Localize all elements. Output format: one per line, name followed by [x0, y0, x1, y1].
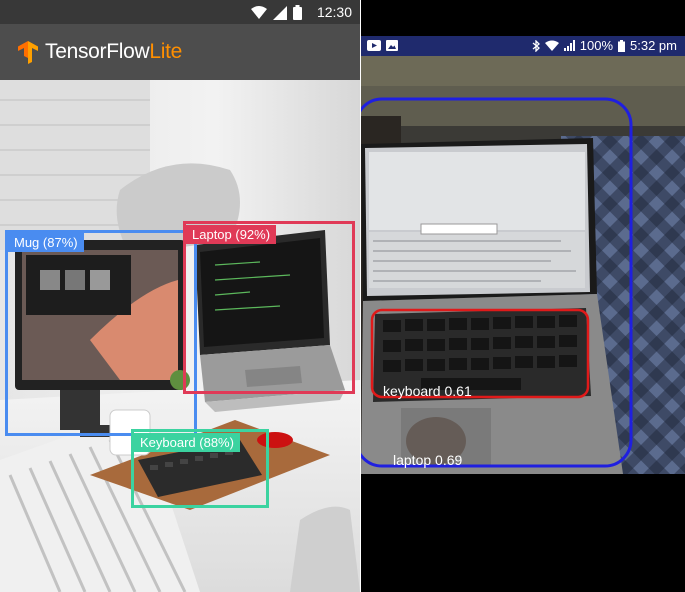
laptop-camera-image	[361, 56, 685, 474]
left-phone-screen: 12:30 TensorFlowLite Mug (87%) Laptop (9…	[0, 0, 360, 592]
detection-label-keyboard: Keyboard (88%)	[134, 433, 240, 452]
bluetooth-icon	[532, 39, 540, 52]
detection-box-laptop	[183, 221, 355, 394]
brand-accent-text: Lite	[149, 40, 183, 63]
signal-icon	[273, 5, 287, 20]
detection-label-laptop: laptop 0.69	[393, 452, 463, 468]
brand-text: TensorFlow	[45, 40, 150, 63]
status-bar: 100% 5:32 pm	[361, 36, 685, 56]
right-phone-screen: 100% 5:32 pm laptop 0.69 keyboard 0.61	[361, 0, 685, 592]
detection-label-laptop: Laptop (92%)	[186, 225, 277, 244]
status-bar: 12:30	[0, 0, 360, 24]
detection-label-keyboard: keyboard 0.61	[383, 383, 472, 399]
youtube-icon	[367, 40, 381, 51]
battery-icon	[618, 39, 626, 52]
wifi-icon	[251, 5, 267, 19]
tensorflow-logo-icon	[18, 41, 38, 64]
status-time: 12:30	[316, 4, 352, 20]
tensorflow-lite-logo: TensorFlowLite	[16, 40, 182, 64]
detection-label-mug: Mug (87%)	[8, 233, 84, 252]
camera-preview	[361, 56, 685, 474]
signal-icon	[563, 40, 575, 51]
status-time: 5:32 pm	[630, 38, 677, 53]
app-bar: TensorFlowLite	[0, 24, 360, 80]
gallery-icon	[386, 40, 398, 51]
wifi-icon	[544, 40, 559, 51]
detection-box-mug	[5, 230, 197, 436]
battery-percent: 100%	[579, 38, 614, 53]
battery-icon	[293, 5, 302, 20]
